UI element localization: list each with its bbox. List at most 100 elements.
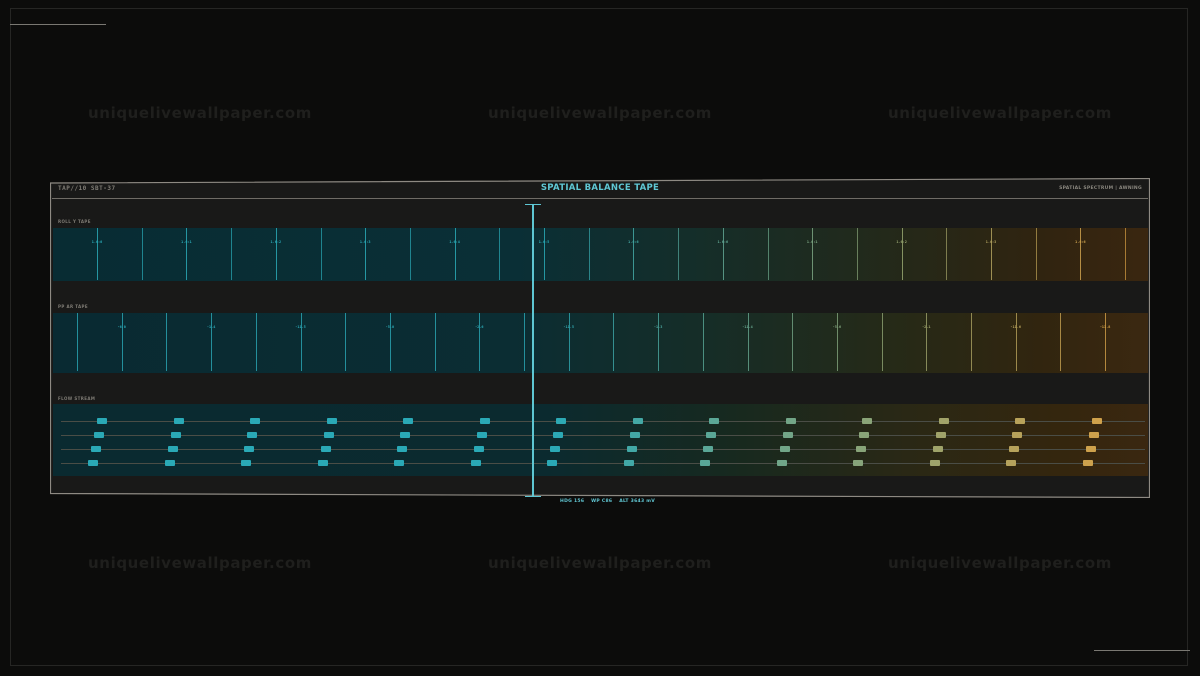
roll-tick-label: 1.6:6 [717,240,729,244]
roll-tick [946,228,948,280]
flow-packet [929,460,940,466]
roll-tick [186,228,188,280]
roll-tick-label: 1.6:3 [359,240,371,244]
watermark: uniquelivewallpaper.com [88,104,312,122]
flow-packet [167,446,178,452]
flow-packet [1085,446,1096,452]
roll-tick [231,228,233,280]
flow-packet [779,446,790,452]
panel-body: TAP//10 SBT-37 SPATIAL BALANCE TAPE SPAT… [50,178,1150,498]
roll-tick-label: 1.6:1 [181,240,192,244]
panel-title: SPATIAL BALANCE TAPE [540,183,660,193]
flow-stream[interactable] [53,404,1148,476]
flow-packet [1015,418,1025,424]
pitch-tick-label: -6.0 [117,325,126,329]
flow-packet [632,418,643,424]
panel-mode-label: SPATIAL SPECTRUM | AWNING [1059,186,1142,191]
watermark: uniquelivewallpaper.com [888,104,1112,122]
altitude-readout: ALT 3643 mV [619,499,656,504]
flow-packet [400,432,410,438]
heading-readout: HDG 156 [560,499,585,504]
pitch-tick [568,313,570,371]
flow-packet [173,418,184,424]
pitch-tick [1015,313,1017,371]
flow-lane [61,463,1145,464]
flow-packet [700,460,710,466]
flow-packet [91,446,101,452]
roll-tick [1125,228,1127,280]
pitch-tick [389,313,391,371]
flow-packet [1009,446,1019,452]
waypoint-readout: WP C86 [591,499,613,504]
telemetry-readout: HDG 156 WP C86 ALT 3643 mV [560,499,660,504]
flow-packet [703,446,713,452]
flow-packet [394,460,404,466]
pitch-tick-label: -2.1 [922,325,931,329]
roll-tick [544,228,545,280]
roll-tick [320,228,322,280]
roll-tick [1080,228,1082,280]
watermark: uniquelivewallpaper.com [488,554,712,572]
pitch-tape[interactable]: -6.0 -1.4 -11.5 -5.0 -2.6 -11.5 -1.3 -11.4 -5.6 -… [53,313,1148,373]
pitch-tick-label: -5.6 [832,325,842,329]
pitch-tick [166,313,168,371]
flow-packet [164,460,175,466]
flow-packet [403,418,413,424]
roll-tick [97,228,98,280]
pitch-tick [345,313,347,371]
pitch-tick [658,313,660,371]
roll-tick-label: 1.6:2 [896,240,907,244]
flow-packet [550,446,560,452]
pitch-tick [255,313,257,371]
pitch-tick [434,313,436,371]
roll-tick-label: 1.6:4 [449,240,460,244]
pitch-tick [479,313,481,371]
flow-packet [782,432,793,438]
roll-tick-label: 1.6:1 [806,240,818,244]
flow-packet [1082,460,1093,466]
pitch-tick-label: -2.6 [475,325,484,329]
flow-packet [553,432,563,438]
pitch-tape-label: PP AR TAPE [58,304,89,309]
roll-tape[interactable]: 1.6:0 1.6:1 1.6:2 1.6:3 1.6:4 1.6:5 1.6:6 1.6:6… [53,228,1148,281]
flow-packet [856,446,866,452]
flow-packet [932,446,943,452]
pitch-tick [792,313,794,371]
header-divider [52,198,1148,199]
flow-packet [397,446,407,452]
flow-lane [61,421,1145,422]
corner-accent-bottom-right [1094,650,1190,651]
flow-packet [470,460,481,466]
flow-packet [626,446,637,452]
flow-packet [479,418,490,424]
pitch-tick-label: -11.6 [1010,325,1021,329]
flow-packet [320,446,331,452]
balance-cursor[interactable] [532,204,534,496]
pitch-tick-label: -1.4 [206,325,216,329]
flow-packet [623,460,634,466]
roll-tick [767,228,769,280]
roll-tick [141,228,143,280]
roll-tick [409,228,411,280]
flow-packet [853,460,863,466]
roll-tick [633,228,635,280]
pitch-tick [300,313,302,371]
roll-tick-label: 1.6:3 [985,240,997,244]
flow-packet [250,418,260,424]
flow-packet [556,418,566,424]
panel-id-label: TAP//10 SBT-37 [58,185,116,192]
flow-packet [706,432,716,438]
roll-tick-label: 1.6:0 [91,240,103,244]
roll-tick [722,228,724,280]
flow-packet [629,432,640,438]
roll-tick [901,228,903,280]
pitch-tick [121,313,123,371]
flow-packet [785,418,796,424]
pitch-tick [747,313,749,371]
pitch-tick [613,313,615,371]
flow-packet [94,432,104,438]
pitch-tick-label: -5.0 [385,325,395,329]
pitch-tick [77,313,78,371]
flow-packet [88,460,98,466]
pitch-tick-label: -11.5 [295,325,306,329]
